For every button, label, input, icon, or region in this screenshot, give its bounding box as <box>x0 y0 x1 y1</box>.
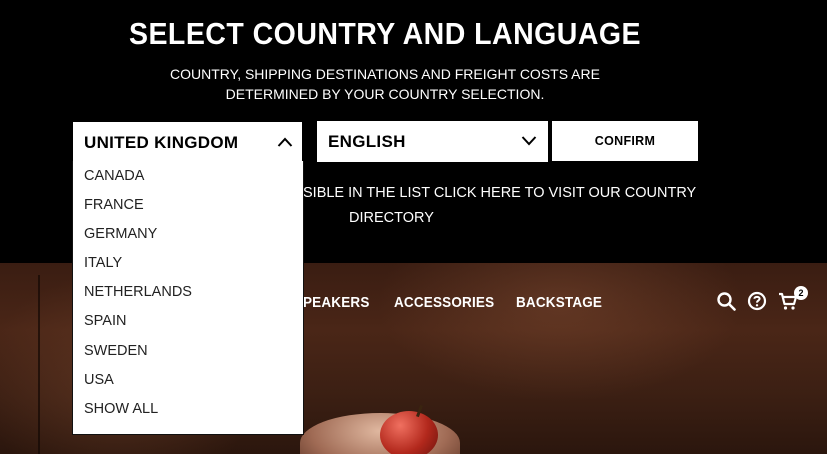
country-option-france[interactable]: FRANCE <box>73 191 303 220</box>
nav-item-speakers[interactable]: PEAKERS <box>303 294 370 311</box>
modal-title: SELECT COUNTRY AND LANGUAGE <box>128 16 642 51</box>
hero-wall-edge <box>38 275 40 454</box>
modal-subtitle-line-1: COUNTRY, SHIPPING DESTINATIONS AND FREIG… <box>170 66 600 82</box>
country-option-usa[interactable]: USA <box>73 366 303 395</box>
hero-apple <box>380 411 438 454</box>
country-option-sweden[interactable]: SWEDEN <box>73 337 303 366</box>
modal-subtitle-line-2: DETERMINED BY YOUR COUNTRY SELECTION. <box>225 86 545 102</box>
cart-count-badge: 2 <box>794 286 808 300</box>
help-icon[interactable] <box>747 291 767 311</box>
chevron-up-icon <box>277 137 293 147</box>
country-option-canada[interactable]: CANADA <box>73 162 303 191</box>
country-dropdown-list: CANADA FRANCE GERMANY ITALY NETHERLANDS … <box>72 161 304 435</box>
confirm-button[interactable]: CONFIRM <box>552 121 698 161</box>
country-option-netherlands[interactable]: NETHERLANDS <box>73 278 303 307</box>
country-option-italy[interactable]: ITALY <box>73 249 303 278</box>
country-select-value: UNITED KINGDOM <box>84 133 239 152</box>
country-option-spain[interactable]: SPAIN <box>73 307 303 336</box>
search-icon[interactable] <box>716 291 736 311</box>
modal-subtitle: COUNTRY, SHIPPING DESTINATIONS AND FREIG… <box>150 64 620 104</box>
country-select[interactable]: UNITED KINGDOM <box>72 121 303 162</box>
nav-item-backstage[interactable]: BACKSTAGE <box>516 294 602 311</box>
nav-item-accessories[interactable]: ACCESSORIES <box>394 294 494 311</box>
country-option-germany[interactable]: GERMANY <box>73 220 303 249</box>
language-select[interactable]: ENGLISH <box>317 121 548 162</box>
notice-line-1[interactable]: SIBLE IN THE LIST CLICK HERE TO VISIT OU… <box>303 185 696 201</box>
notice-line-2[interactable]: DIRECTORY <box>303 206 713 231</box>
chevron-down-icon <box>521 136 537 146</box>
country-directory-link[interactable]: SIBLE IN THE LIST CLICK HERE TO VISIT OU… <box>303 181 713 231</box>
language-select-value: ENGLISH <box>328 132 406 151</box>
country-option-show-all[interactable]: SHOW ALL <box>73 395 303 424</box>
